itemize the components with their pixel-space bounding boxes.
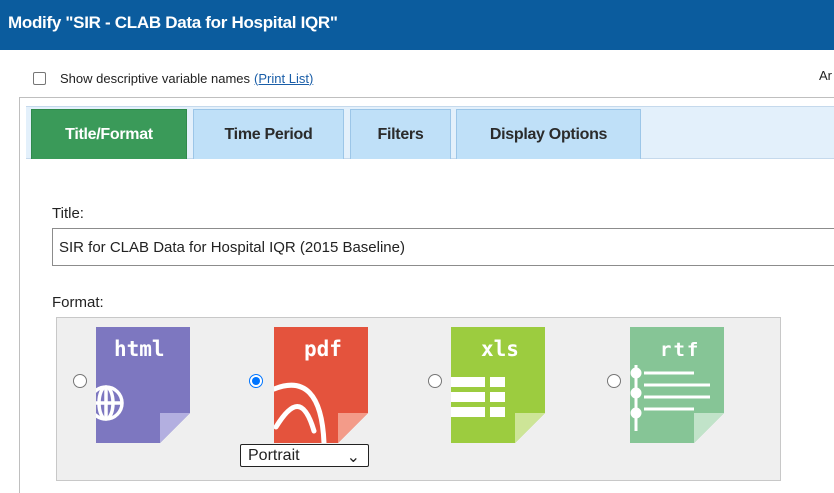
html-file-icon[interactable]: html (96, 327, 190, 443)
html-file-label: html (114, 337, 165, 361)
orientation-value: Portrait (248, 446, 300, 464)
rtf-file-icon[interactable]: rtf (630, 327, 724, 443)
descriptive-names-row: Show descriptive variable names (Print L… (33, 68, 313, 88)
show-descriptive-names-label: Show descriptive variable names (60, 70, 251, 86)
pdf-file-label: pdf (304, 337, 342, 361)
rtf-file-label: rtf (660, 339, 700, 361)
format-rtf-radio[interactable] (607, 374, 621, 388)
spreadsheet-grid-icon (451, 377, 505, 417)
xls-file-icon[interactable]: xls (451, 327, 545, 443)
window-title: Modify "SIR - CLAB Data for Hospital IQR… (0, 0, 834, 50)
xls-file-label: xls (481, 337, 519, 361)
tab-title-format[interactable]: Title/Format (31, 109, 187, 159)
print-list-link[interactable]: (Print List) (254, 71, 313, 86)
tab-filters[interactable]: Filters (350, 109, 451, 159)
pdf-file-icon[interactable]: pdf (274, 327, 368, 443)
title-label: Title: (52, 205, 84, 222)
orientation-select[interactable]: Portrait ⌄ (240, 444, 369, 467)
show-descriptive-names-checkbox[interactable] (33, 71, 46, 85)
tab-display-options[interactable]: Display Options (456, 109, 641, 159)
chevron-down-icon: ⌄ (346, 449, 360, 466)
title-input[interactable] (52, 228, 834, 266)
format-pdf-radio[interactable] (249, 374, 263, 388)
format-label: Format: (52, 294, 104, 311)
format-xls-radio[interactable] (428, 374, 442, 388)
tab-time-period[interactable]: Time Period (193, 109, 344, 159)
format-html-radio[interactable] (73, 374, 87, 388)
truncated-right-text: Ar (819, 68, 832, 83)
